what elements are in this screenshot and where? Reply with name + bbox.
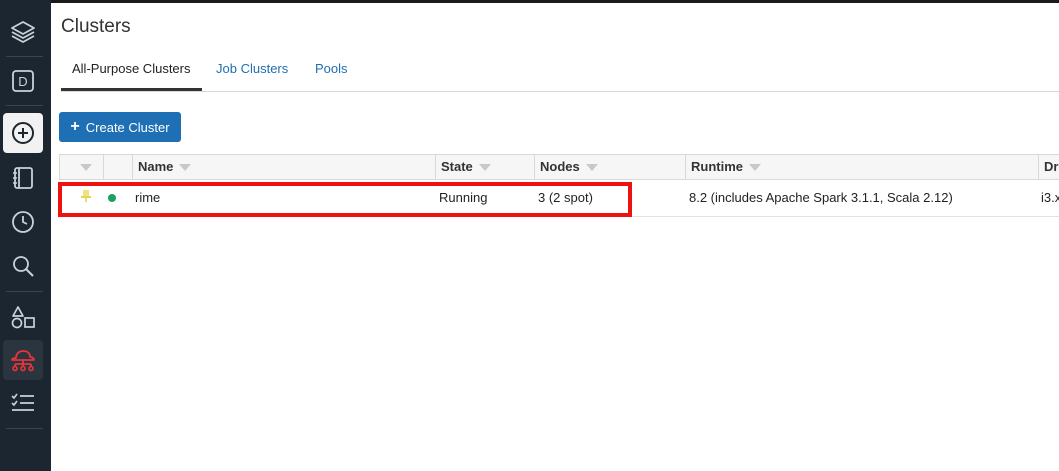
sort-caret-icon — [179, 164, 192, 172]
notebook-icon[interactable] — [3, 158, 43, 198]
cluster-nodes: 3 (2 spot) — [538, 190, 593, 205]
page-title: Clusters — [61, 16, 131, 37]
pin-column-header[interactable] — [60, 155, 103, 179]
main-content: Clusters All-Purpose Clusters Job Cluste… — [51, 3, 1059, 471]
cluster-state: Running — [439, 190, 488, 205]
runtime-column-header[interactable]: Runtime — [685, 155, 1038, 179]
databricks-logo-icon[interactable] — [3, 12, 43, 52]
sidebar-divider — [6, 56, 43, 57]
cluster-driver: i3.x — [1041, 190, 1059, 205]
cluster-runtime: 8.2 (includes Apache Spark 3.1.1, Scala … — [689, 190, 953, 205]
sort-caret-icon — [585, 164, 598, 172]
clusters-icon[interactable] — [3, 340, 43, 380]
create-cluster-label: Create Cluster — [85, 119, 170, 135]
pin-icon[interactable] — [81, 190, 91, 205]
driver-column-header[interactable]: Dri — [1038, 155, 1059, 179]
sort-caret-icon — [749, 164, 761, 172]
clusters-table: Name State Nodes Runtime Dri rime Runnin… — [59, 154, 1059, 217]
create-cluster-button[interactable]: + Create Cluster — [59, 112, 181, 142]
sort-caret-icon — [478, 164, 491, 172]
tab-all-purpose-clusters[interactable]: All-Purpose Clusters — [61, 51, 202, 91]
sidebar: D — [0, 0, 51, 471]
status-column-header — [103, 155, 132, 179]
plus-icon: + — [70, 118, 80, 135]
table-header: Name State Nodes Runtime Dri — [59, 154, 1059, 180]
create-icon[interactable] — [3, 113, 43, 153]
tab-job-clusters[interactable]: Job Clusters — [216, 51, 288, 91]
tab-pools[interactable]: Pools — [315, 51, 348, 91]
tabs-divider — [61, 91, 1059, 92]
state-column-header[interactable]: State — [435, 155, 534, 179]
sidebar-divider — [6, 105, 43, 106]
name-column-header[interactable]: Name — [132, 155, 435, 179]
cluster-name-link[interactable]: rime — [135, 180, 160, 216]
svg-text:D: D — [18, 74, 27, 89]
running-status-dot — [108, 194, 116, 202]
sidebar-divider — [6, 291, 43, 292]
shapes-icon[interactable] — [3, 297, 43, 337]
search-icon[interactable] — [3, 246, 43, 286]
sidebar-divider — [6, 428, 43, 429]
sort-caret-icon — [80, 164, 92, 172]
workspace-d-icon[interactable]: D — [3, 61, 43, 101]
recents-clock-icon[interactable] — [3, 202, 43, 242]
jobs-checklist-icon[interactable] — [3, 383, 43, 423]
table-row[interactable]: rime Running 3 (2 spot) 8.2 (includes Ap… — [59, 180, 1059, 217]
nodes-column-header[interactable]: Nodes — [534, 155, 685, 179]
